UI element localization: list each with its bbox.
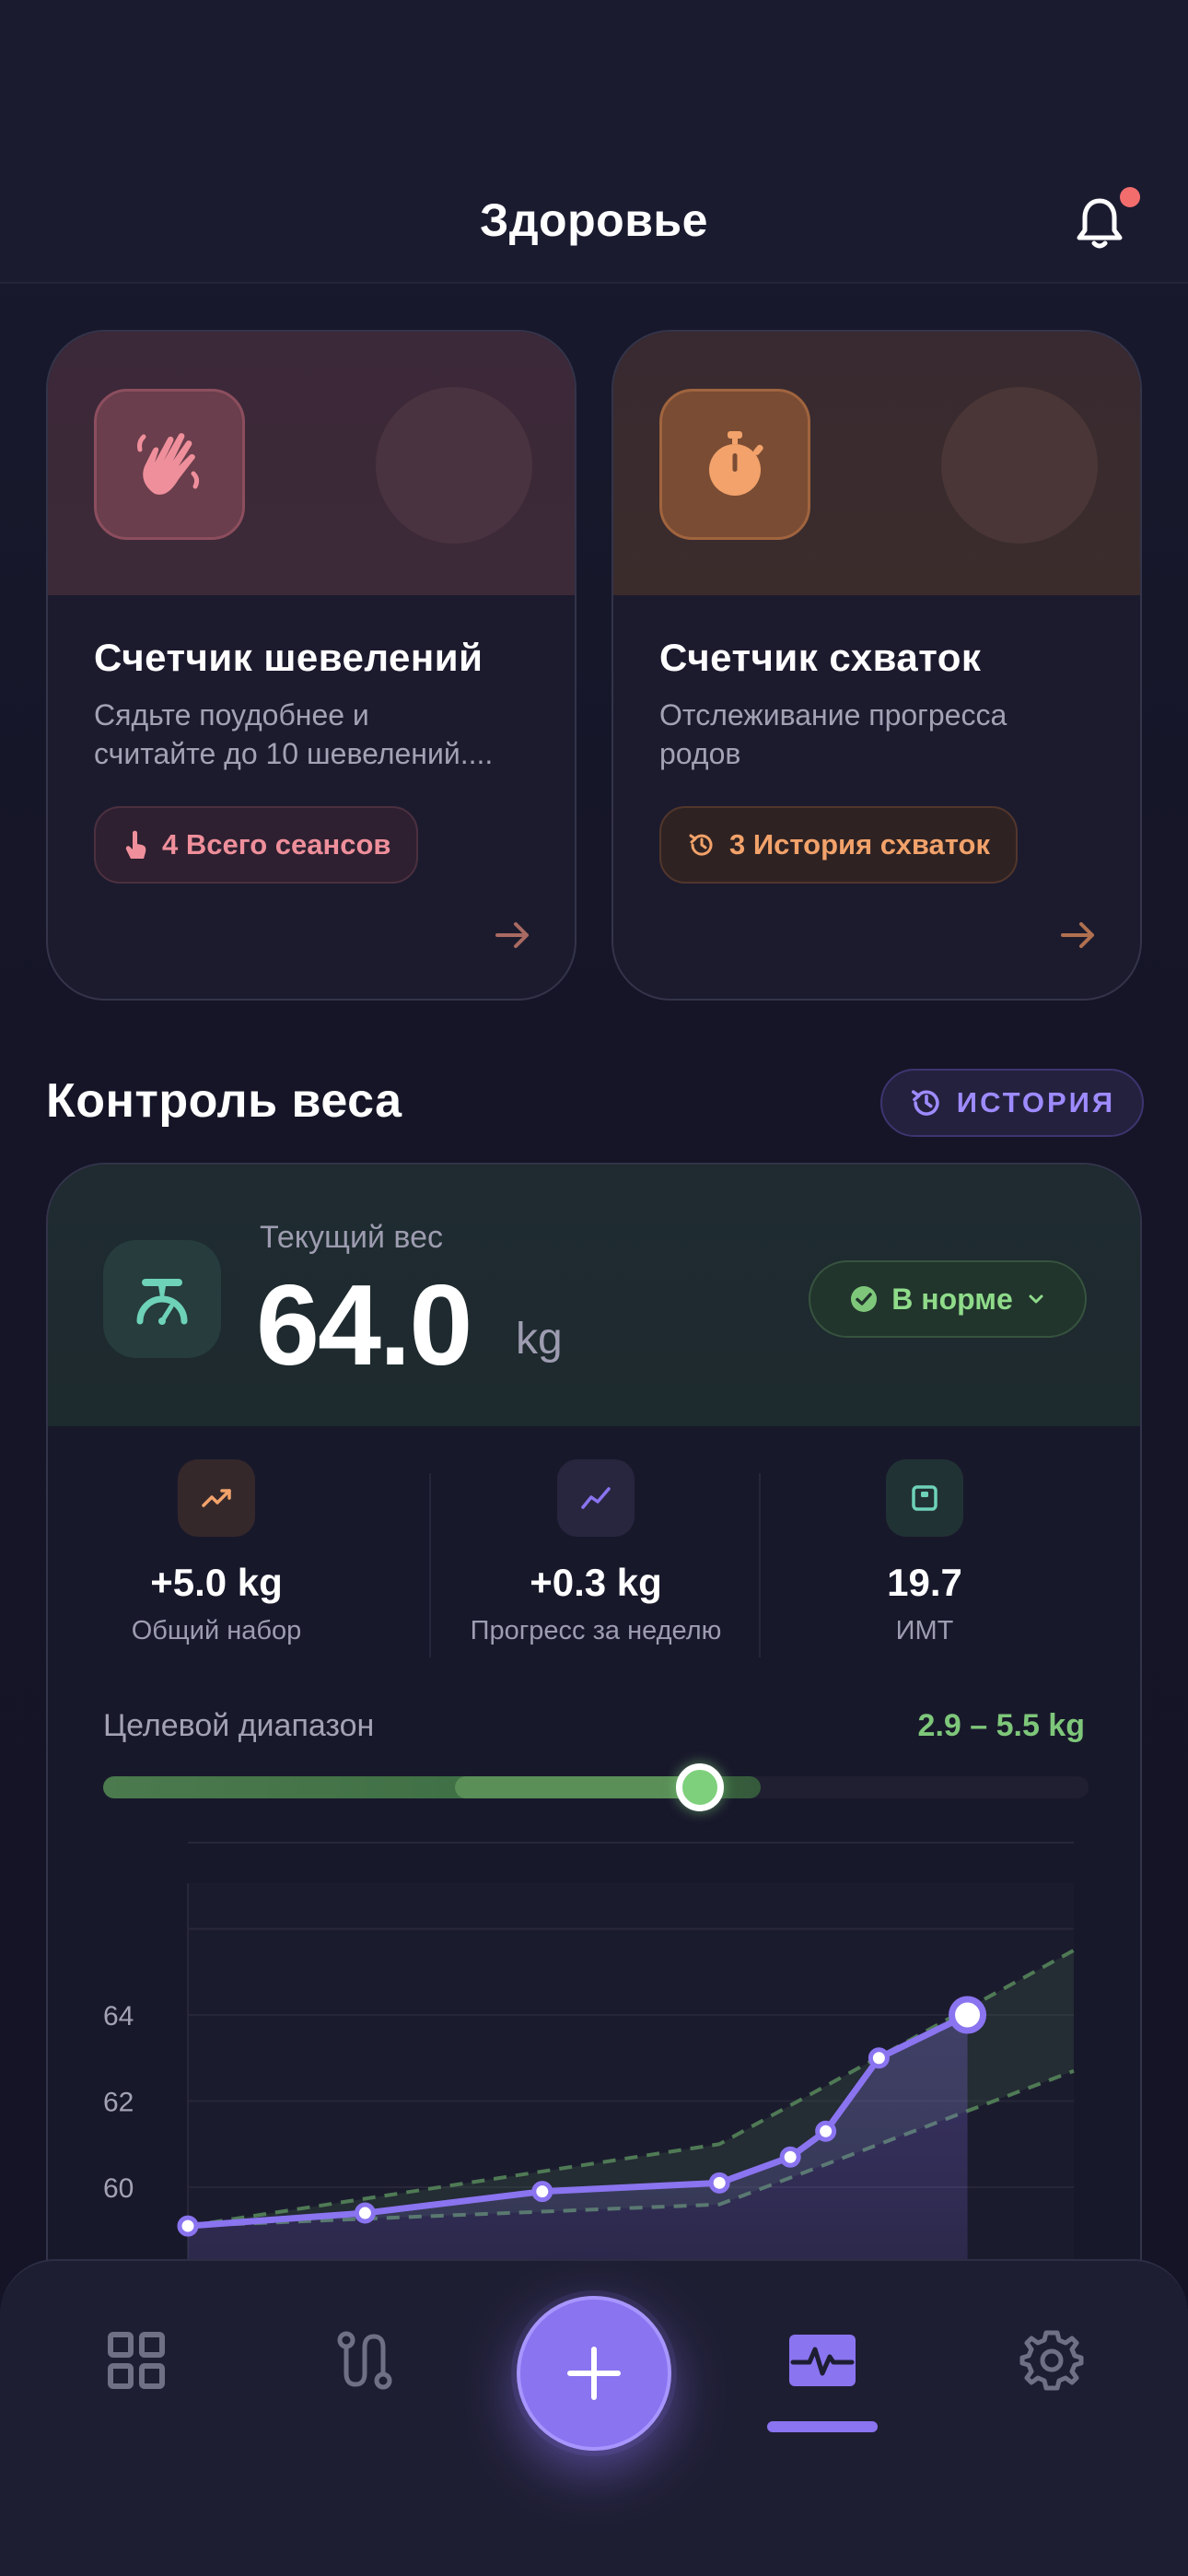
route-icon[interactable] xyxy=(326,2322,403,2399)
target-range-knob[interactable] xyxy=(676,1763,725,1811)
current-weight-panel: Текущий вес 64.0 kg В норме xyxy=(48,1165,1140,1426)
scale-icon xyxy=(103,1240,221,1358)
weight-point xyxy=(354,2202,376,2224)
settings-icon[interactable] xyxy=(1013,2322,1090,2399)
current-weight-label: Текущий вес xyxy=(260,1220,444,1255)
weight-point xyxy=(815,2120,837,2142)
top-bar: Здоровье xyxy=(0,0,1188,284)
description-line: Сядьте поудобнее и xyxy=(94,698,369,732)
scale-square-icon xyxy=(886,1459,963,1537)
contraction-counter-card[interactable]: Счетчик схваток Отслеживание прогресса р… xyxy=(611,330,1142,1001)
target-range-label: Целевой диапазон xyxy=(103,1708,375,1743)
weight-unit: kg xyxy=(516,1315,563,1364)
activity-icon[interactable] xyxy=(784,2322,861,2399)
decorative-shape xyxy=(376,387,575,544)
stat-value: +0.3 kg xyxy=(530,1561,662,1604)
weight-point xyxy=(177,2215,199,2237)
active-tab-indicator xyxy=(767,2421,878,2432)
sessions-badge-label: 4 Всего сеансов xyxy=(162,828,391,861)
touch-icon xyxy=(125,830,146,859)
stat-value: +5.0 kg xyxy=(150,1561,283,1604)
y-tick-label: 64 xyxy=(103,2001,134,2032)
weight-stats: +5.0 kg Общий набор +0.3 kg Прогресс за … xyxy=(48,1459,1140,1662)
arrow-right-icon[interactable] xyxy=(1055,912,1101,958)
notification-badge xyxy=(1120,187,1140,207)
weight-point xyxy=(868,2047,890,2069)
trending-up-icon xyxy=(178,1459,255,1537)
stat-total-gain: +5.0 kg Общий набор xyxy=(51,1459,382,1646)
description-line: считайте до 10 шевелений.... xyxy=(94,737,494,770)
plus-icon xyxy=(567,2347,621,2400)
stat-value: 19.7 xyxy=(887,1561,962,1604)
add-button[interactable] xyxy=(517,2296,671,2451)
decorative-shape xyxy=(941,387,1140,544)
check-circle-icon xyxy=(851,1286,878,1312)
card-description: Отслеживание прогресса родов xyxy=(659,696,1111,773)
y-tick-label: 62 xyxy=(103,2088,134,2118)
current-weight-point xyxy=(949,1996,987,2034)
history-badge[interactable]: 3 История схваток xyxy=(659,806,1018,884)
chevron-down-icon xyxy=(1029,1294,1043,1304)
status-dropdown[interactable]: В норме xyxy=(809,1260,1087,1338)
card-description: Сядьте поудобнее и считайте до 10 шевеле… xyxy=(94,696,545,773)
current-weight-value: 64.0 xyxy=(256,1262,472,1389)
description-line: Отслеживание прогресса xyxy=(659,698,1007,732)
description-line: родов xyxy=(659,737,741,770)
history-badge-label: 3 История схваток xyxy=(729,828,990,861)
history-icon xyxy=(911,1090,939,1116)
stat-label: Общий набор xyxy=(131,1616,302,1645)
section-title: Контроль веса xyxy=(46,1074,402,1128)
status-label: В норме xyxy=(891,1282,1013,1316)
y-tick-label: 60 xyxy=(103,2173,134,2204)
divider xyxy=(759,1473,761,1657)
kick-counter-card[interactable]: Счетчик шевелений Сядьте поудобнее и счи… xyxy=(46,330,577,1001)
card-title: Счетчик схваток xyxy=(659,636,982,679)
stat-bmi: 19.7 ИМТ xyxy=(759,1459,1090,1646)
stat-weekly-progress: +0.3 kg Прогресс за неделю xyxy=(430,1459,762,1646)
bell-icon[interactable] xyxy=(1070,193,1129,252)
waving-hand-icon xyxy=(94,389,245,540)
card-title: Счетчик шевелений xyxy=(94,636,483,679)
stat-label: ИМТ xyxy=(895,1616,954,1645)
weight-point xyxy=(708,2172,730,2194)
history-button-label: ИСТОРИЯ xyxy=(956,1086,1116,1118)
divider xyxy=(429,1473,431,1657)
stat-label: Прогресс за неделю xyxy=(470,1616,722,1645)
health-screen: Здоровье Счетчик шевелений Сядьте поудоб… xyxy=(0,0,1188,2576)
card-header xyxy=(613,332,1140,595)
card-header xyxy=(48,332,575,595)
history-button[interactable]: ИСТОРИЯ xyxy=(880,1069,1144,1137)
weight-point xyxy=(779,2146,801,2168)
stopwatch-icon xyxy=(659,389,810,540)
target-range-value: 2.9 – 5.5 kg xyxy=(917,1708,1085,1743)
dashboard-icon[interactable] xyxy=(98,2322,175,2399)
arrow-right-icon[interactable] xyxy=(490,912,536,958)
history-icon xyxy=(689,834,713,856)
sessions-badge[interactable]: 4 Всего сеансов xyxy=(94,806,419,884)
page-title: Здоровье xyxy=(480,194,708,246)
line-chart-icon xyxy=(557,1459,635,1537)
weight-point xyxy=(531,2181,553,2203)
target-range-band xyxy=(454,1776,701,1798)
